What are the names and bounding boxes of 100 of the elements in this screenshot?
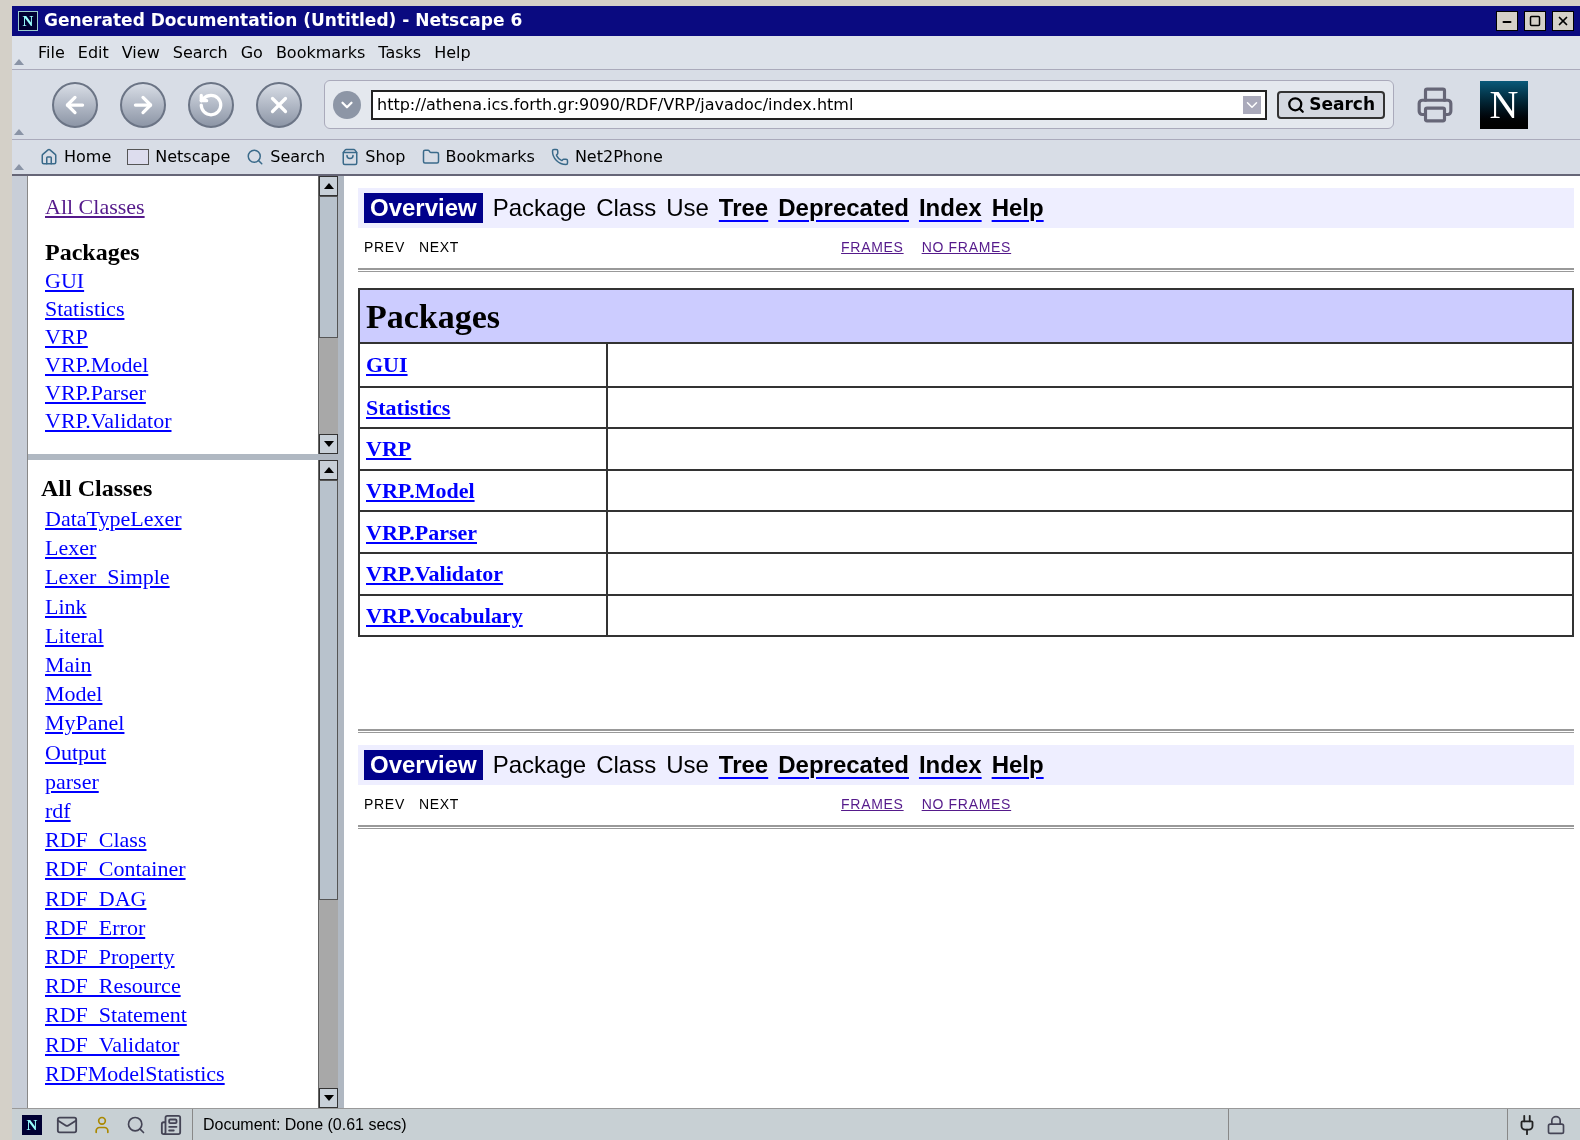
scroll-down-button[interactable] — [319, 1088, 338, 1108]
nav-tab[interactable]: Use — [666, 190, 709, 226]
package-link[interactable]: VRP.Model — [366, 474, 475, 508]
menu-item[interactable]: View — [121, 40, 160, 65]
class-link[interactable]: RDF_DAG — [45, 883, 147, 913]
class-link[interactable]: RDF_Validator — [45, 1029, 180, 1059]
package-link[interactable]: VRP — [366, 432, 412, 466]
toolbar-link[interactable]: Netscape — [127, 145, 231, 169]
menu-item[interactable]: Search — [172, 40, 228, 65]
class-link[interactable]: Main — [45, 650, 92, 680]
class-link[interactable]: RDF_Resource — [45, 971, 181, 1001]
package-link[interactable]: VRP.Vocabulary — [366, 598, 523, 632]
url-field[interactable]: http://athena.ics.forth.gr:9090/RDF/VRP/javadoc/index.html — [371, 89, 1268, 120]
prev-label: PREV — [364, 237, 405, 257]
menu-item[interactable]: Tasks — [378, 40, 422, 65]
package-link[interactable]: GUI — [45, 267, 85, 295]
class-link[interactable]: RDF_Class — [45, 825, 147, 855]
nav-tab[interactable]: Package — [492, 747, 587, 784]
all-classes-heading: All Classes — [41, 474, 154, 503]
netscape-status-icon[interactable]: N — [22, 1114, 42, 1135]
nav-tab[interactable]: Index — [918, 190, 982, 226]
class-link[interactable]: Lexer_Simple — [45, 562, 170, 592]
reload-icon — [198, 91, 224, 118]
nav-tab[interactable]: Deprecated — [778, 747, 909, 784]
nav-tab[interactable]: Class — [596, 747, 657, 784]
all-classes-link[interactable]: All Classes — [45, 190, 318, 223]
minimize-button[interactable] — [1496, 11, 1518, 31]
reload-button[interactable] — [188, 81, 234, 128]
maximize-button[interactable] — [1524, 11, 1546, 31]
class-link[interactable]: Lexer — [45, 533, 97, 563]
scroll-thumb[interactable] — [319, 196, 338, 338]
class-link[interactable]: rdf — [45, 796, 71, 826]
next-label: NEXT — [418, 794, 460, 814]
scroll-down-button[interactable] — [319, 434, 338, 454]
package-link[interactable]: Statistics — [366, 390, 451, 424]
class-link[interactable]: MyPanel — [45, 708, 125, 738]
menu-item[interactable]: Edit — [77, 40, 109, 65]
no-frames-link[interactable]: NO FRAMES — [921, 236, 1012, 258]
nav-tab[interactable]: Tree — [718, 747, 769, 784]
class-link[interactable]: RDF_Property — [45, 942, 175, 972]
search-icon[interactable] — [126, 1114, 146, 1135]
toolbar-link[interactable]: Bookmarks — [421, 145, 535, 169]
menu-item[interactable]: Help — [434, 40, 471, 65]
status-text: Document: Done (0.61 secs) — [193, 1109, 1229, 1140]
toolbar-link[interactable]: Net2Phone — [550, 145, 663, 169]
nav-tab[interactable]: Overview — [364, 750, 483, 781]
scroll-up-button[interactable] — [319, 460, 338, 480]
folder-icon — [421, 148, 440, 166]
scroll-thumb[interactable] — [319, 480, 338, 900]
package-link[interactable]: VRP — [45, 323, 88, 351]
class-link[interactable]: parser — [45, 766, 99, 797]
package-link[interactable]: Statistics — [45, 295, 125, 323]
menu-item[interactable]: Bookmarks — [275, 40, 366, 65]
search-icon — [246, 148, 265, 166]
toolbar-link[interactable]: Home — [40, 145, 112, 169]
toolbar-link[interactable]: Search — [246, 145, 326, 169]
class-link[interactable]: RDF_Statement — [45, 1000, 187, 1030]
package-link[interactable]: GUI — [366, 348, 408, 382]
close-icon — [1556, 14, 1570, 28]
forward-button[interactable] — [120, 81, 166, 128]
back-button[interactable] — [52, 81, 98, 128]
class-link[interactable]: Model — [45, 679, 103, 709]
nav-tab[interactable]: Use — [666, 747, 709, 784]
class-link[interactable]: RDF_Error — [45, 912, 146, 943]
nav-tab[interactable]: Tree — [718, 190, 769, 226]
package-link[interactable]: VRP.Validator — [366, 557, 504, 591]
nav-tab[interactable]: Help — [991, 747, 1044, 784]
nav-tab[interactable]: Index — [918, 747, 982, 784]
nav-tab[interactable]: Help — [991, 190, 1044, 226]
stop-button[interactable] — [256, 81, 302, 128]
menu-item[interactable]: Go — [240, 40, 263, 65]
print-icon[interactable] — [1416, 85, 1454, 124]
toolbar-link[interactable]: Shop — [341, 145, 406, 169]
window-title: Generated Documentation (Untitled) - Netscape 6 — [44, 9, 524, 33]
class-link[interactable]: Link — [45, 591, 87, 621]
lock-icon — [1546, 1114, 1566, 1135]
menu-item[interactable]: File — [38, 40, 65, 65]
package-link[interactable]: VRP.Parser — [366, 515, 477, 549]
frames-link[interactable]: FRAMES — [841, 236, 904, 258]
history-dropdown-icon[interactable] — [333, 90, 361, 119]
nav-tab[interactable]: Deprecated — [778, 190, 909, 226]
nav-tab[interactable]: Overview — [364, 193, 483, 223]
scroll-up-button[interactable] — [319, 176, 338, 196]
nav-tab[interactable]: Class — [596, 190, 657, 226]
close-button[interactable] — [1552, 11, 1574, 31]
nav-tab[interactable]: Package — [492, 190, 587, 226]
prev-label: PREV — [364, 794, 405, 814]
class-link[interactable]: DataTypeLexer — [45, 504, 182, 534]
frames-link[interactable]: FRAMES — [841, 793, 904, 815]
package-link[interactable]: VRP.Model — [45, 351, 149, 379]
package-link[interactable]: VRP.Parser — [45, 379, 146, 407]
package-link[interactable]: VRP.Validator — [45, 407, 172, 435]
class-link[interactable]: Output — [45, 737, 107, 767]
class-link[interactable]: RDF_Container — [45, 854, 186, 884]
newspaper-icon[interactable] — [160, 1113, 182, 1136]
no-frames-link[interactable]: NO FRAMES — [921, 793, 1012, 815]
class-link[interactable]: Literal — [45, 620, 104, 650]
class-link[interactable]: RDFModelStatistics — [45, 1058, 225, 1089]
search-button[interactable]: Search — [1277, 90, 1385, 119]
shop-icon — [341, 148, 360, 166]
